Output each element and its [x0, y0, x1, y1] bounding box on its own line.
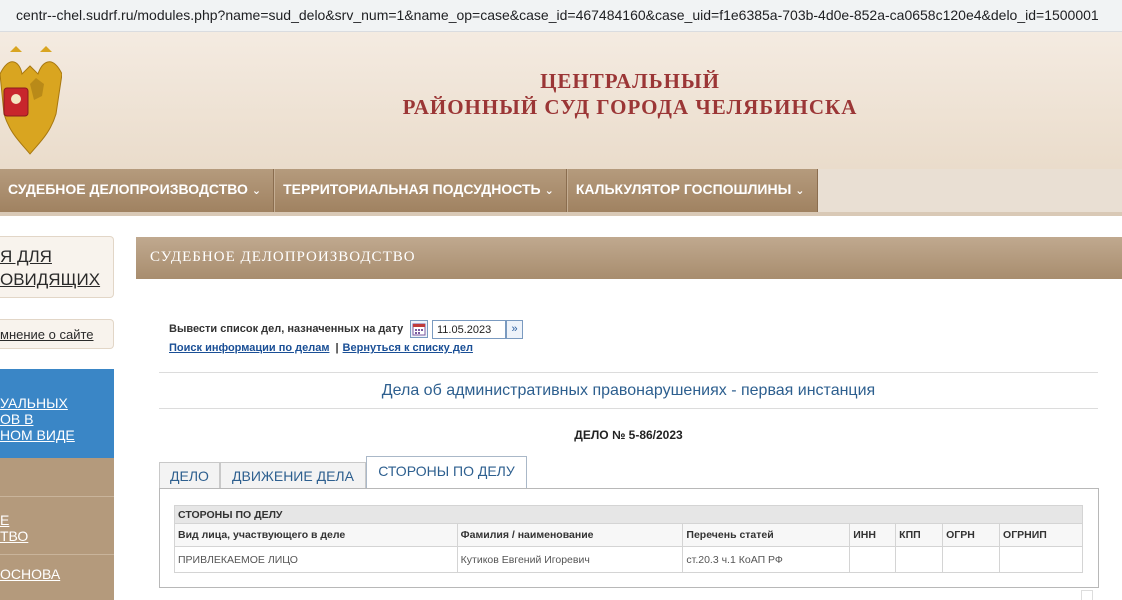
nav-item-label: СУДЕБНОЕ ДЕЛОПРОИЗВОДСТВО	[8, 181, 248, 197]
panel-title: СУДЕБНОЕ ДЕЛОПРОИЗВОДСТВО	[150, 249, 416, 265]
divider	[159, 408, 1098, 409]
table-cell	[895, 546, 944, 573]
parties-table: СТОРОНЫ ПО ДЕЛУ Вид лица, участвующего в…	[174, 505, 1083, 573]
sidebar-divider	[0, 496, 114, 497]
search-cases-link[interactable]: Поиск информации по делам	[169, 342, 329, 354]
section-title: Дела об административных правонарушениях…	[381, 382, 876, 399]
column-header: Вид лица, участвующего в деле	[174, 523, 458, 547]
sidebar-menu: Е ТВО ОСНОВА	[0, 458, 114, 600]
column-header: Перечень статей	[682, 523, 851, 547]
tab-parties[interactable]: СТОРОНЫ ПО ДЕЛУ	[366, 456, 527, 489]
panel-header: СУДЕБНОЕ ДЕЛОПРОИЗВОДСТВО	[136, 237, 1122, 279]
sidebar-accessibility-link[interactable]: Я ДЛЯ ОВИДЯЩИХ	[0, 245, 100, 291]
case-number: ДЕЛО № 5-86/2023	[574, 428, 683, 442]
column-header: КПП	[895, 523, 944, 547]
table-caption: СТОРОНЫ ПО ДЕЛУ	[174, 505, 1083, 524]
nav-filler	[817, 169, 1122, 212]
court-title: ЦЕНТРАЛЬНЫЙ РАЙОННЫЙ СУД ГОРОДА ЧЕЛЯБИНС…	[330, 68, 930, 120]
double-arrow-right-icon: »	[511, 323, 518, 335]
table-cell	[849, 546, 897, 573]
sidebar-accessibility-box[interactable]: Я ДЛЯ ОВИДЯЩИХ	[0, 236, 114, 298]
chevron-down-icon: ⌄	[544, 185, 554, 197]
go-button[interactable]: »	[506, 320, 523, 339]
page-fold-mark	[1081, 590, 1093, 600]
back-to-list-link[interactable]: Вернуться к списку дел	[343, 342, 473, 354]
sidebar-item-link[interactable]: ОСНОВА	[0, 566, 60, 582]
column-header: ИНН	[849, 523, 897, 547]
table-cell: ПРИВЛЕКАЕМОЕ ЛИЦО	[174, 546, 458, 573]
chevron-down-icon: ⌄	[795, 185, 805, 197]
coat-of-arms-icon	[0, 44, 63, 156]
nav-item-fee-calculator[interactable]: КАЛЬКУЛЯТОР ГОСПОШЛИНЫ ⌄	[566, 169, 818, 212]
column-header: Фамилия / наименование	[456, 523, 684, 547]
divider	[159, 372, 1098, 373]
sidebar-feedback-box[interactable]: мнение о сайте	[0, 319, 114, 349]
chevron-down-icon: ⌄	[251, 185, 262, 197]
nav-item-label: КАЛЬКУЛЯТОР ГОСПОШЛИНЫ	[575, 181, 792, 197]
table-cell: ст.20.3 ч.1 КоАП РФ	[682, 546, 851, 573]
column-header: ОГРН	[942, 523, 1001, 547]
nav-item-territorial-jurisdiction[interactable]: ТЕРРИТОРИАЛЬНАЯ ПОДСУДНОСТЬ ⌄	[274, 169, 567, 212]
url-text[interactable]: centr--chel.sudrf.ru/modules.php?name=su…	[16, 7, 1099, 23]
tab-label: СТОРОНЫ ПО ДЕЛУ	[378, 463, 515, 479]
date-input[interactable]	[432, 320, 506, 339]
table-cell: Кутиков Евгений Игоревич	[456, 546, 684, 573]
court-title-line1: ЦЕНТРАЛЬНЫЙ	[540, 69, 720, 93]
sidebar-divider	[0, 554, 114, 555]
panel-links: Поиск информации по делам | Вернуться к сп…	[169, 342, 473, 354]
sidebar-item-documents[interactable]: УАЛЬНЫХ ОВ В НОМ ВИДЕ	[0, 369, 114, 458]
sidebar-item-link[interactable]: Е ТВО	[0, 512, 28, 544]
nav-item-court-proceedings[interactable]: СУДЕБНОЕ ДЕЛОПРОИЗВОДСТВО ⌄	[0, 169, 275, 212]
link-separator: |	[335, 342, 339, 354]
sidebar-feedback-link[interactable]: мнение о сайте	[0, 327, 94, 342]
tab-case[interactable]: ДЕЛО	[159, 462, 220, 488]
tab-case-movement[interactable]: ДВИЖЕНИЕ ДЕЛА	[220, 462, 366, 488]
court-title-line2: РАЙОННЫЙ СУД ГОРОДА ЧЕЛЯБИНСКА	[402, 95, 858, 119]
table-cell	[999, 546, 1083, 573]
tab-label: ДВИЖЕНИЕ ДЕЛА	[232, 468, 354, 484]
table-header-row: Вид лица, участвующего в деле Фамилия / …	[174, 523, 1083, 547]
sidebar-documents-link[interactable]: УАЛЬНЫХ ОВ В НОМ ВИДЕ	[0, 395, 75, 443]
table-cell	[942, 546, 1001, 573]
table-row: ПРИВЛЕКАЕМОЕ ЛИЦО Кутиков Евгений Игорев…	[174, 546, 1083, 573]
site-header: ЦЕНТРАЛЬНЫЙ РАЙОННЫЙ СУД ГОРОДА ЧЕЛЯБИНС…	[0, 32, 1122, 169]
browser-address-bar[interactable]: centr--chel.sudrf.ru/modules.php?name=su…	[0, 0, 1122, 32]
nav-item-label: ТЕРРИТОРИАЛЬНАЯ ПОДСУДНОСТЬ	[283, 181, 541, 197]
calendar-icon[interactable]	[410, 320, 428, 338]
top-navigation: СУДЕБНОЕ ДЕЛОПРОИЗВОДСТВО ⌄ ТЕРРИТОРИАЛЬН…	[0, 169, 1122, 212]
nav-divider	[0, 212, 1122, 216]
date-filter-label: Вывести список дел, назначенных на дату	[169, 323, 404, 335]
column-header: ОГРНИП	[999, 523, 1083, 547]
tab-label: ДЕЛО	[170, 468, 209, 484]
